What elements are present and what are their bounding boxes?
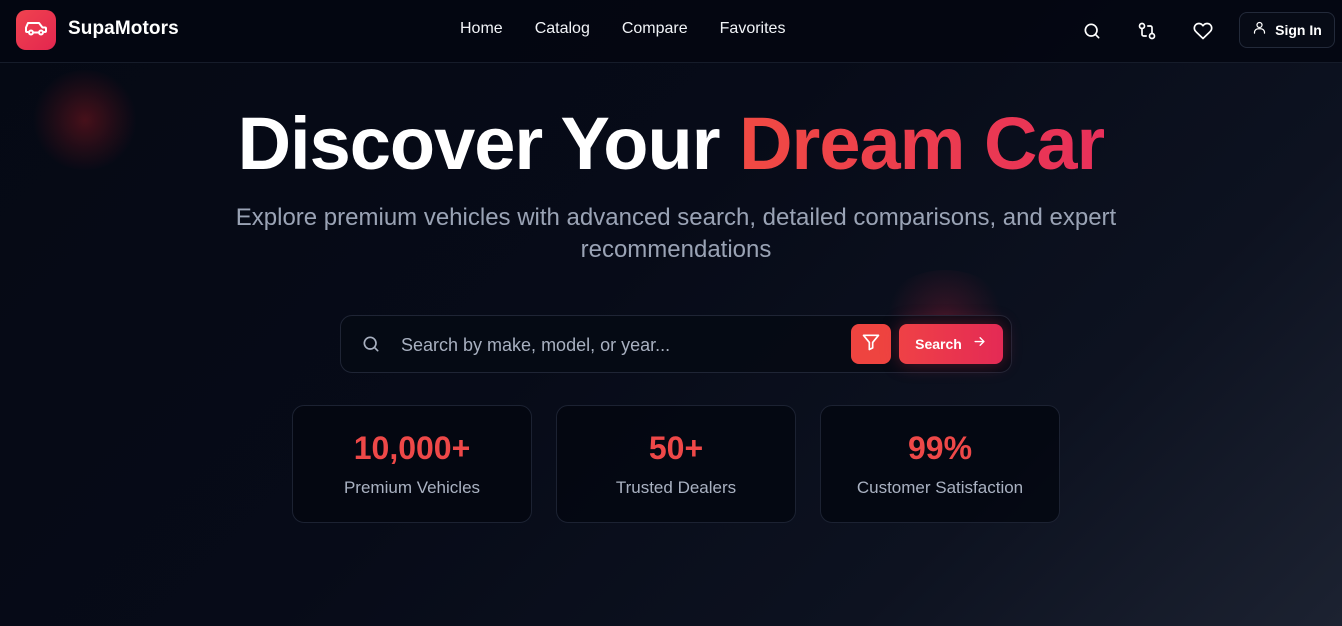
filter-button[interactable] bbox=[851, 324, 891, 364]
search-bar: Search bbox=[340, 315, 1012, 373]
hero-subtitle: Explore premium vehicles with advanced s… bbox=[235, 204, 1117, 263]
heart-icon[interactable] bbox=[1188, 16, 1218, 46]
compare-icon[interactable] bbox=[1132, 16, 1162, 46]
arrow-right-icon bbox=[972, 334, 987, 354]
stat-label: Premium Vehicles bbox=[343, 478, 481, 497]
hero-title-highlight: Dream Car bbox=[739, 102, 1105, 185]
search-button-label: Search bbox=[915, 336, 962, 352]
sign-in-label: Sign In bbox=[1275, 22, 1322, 38]
sign-in-button[interactable]: Sign In bbox=[1239, 12, 1335, 48]
stat-card-vehicles: 10,000+ Premium Vehicles bbox=[292, 405, 532, 523]
stat-label: Trusted Dealers bbox=[615, 478, 737, 497]
filter-icon bbox=[861, 332, 881, 357]
stat-card-satisfaction: 99% Customer Satisfaction bbox=[820, 405, 1060, 523]
brand-name[interactable]: SupaMotors bbox=[68, 18, 179, 40]
stat-label: Customer Satisfaction bbox=[856, 478, 1024, 497]
logo[interactable] bbox=[16, 10, 56, 50]
main-nav: Home Catalog Compare Favorites bbox=[444, 20, 801, 38]
stat-value: 99% bbox=[907, 430, 973, 466]
stat-value: 10,000+ bbox=[353, 430, 471, 466]
search-input[interactable] bbox=[399, 328, 843, 362]
search-button[interactable]: Search bbox=[899, 324, 1003, 364]
hero-title-part1: Discover Your bbox=[237, 102, 721, 185]
nav-link-favorites[interactable]: Favorites bbox=[704, 20, 802, 38]
nav-link-compare[interactable]: Compare bbox=[606, 20, 704, 38]
car-icon bbox=[24, 16, 48, 45]
navbar: SupaMotors Home Catalog Compare Favorite… bbox=[0, 0, 1342, 63]
user-icon bbox=[1252, 20, 1267, 40]
search-field-icon bbox=[361, 334, 381, 354]
stat-card-dealers: 50+ Trusted Dealers bbox=[556, 405, 796, 523]
nav-link-catalog[interactable]: Catalog bbox=[519, 20, 606, 38]
search-icon[interactable] bbox=[1077, 16, 1107, 46]
nav-link-home[interactable]: Home bbox=[444, 20, 519, 38]
hero-title: Discover Your Dream Car bbox=[0, 100, 1342, 188]
stat-value: 50+ bbox=[648, 430, 704, 466]
